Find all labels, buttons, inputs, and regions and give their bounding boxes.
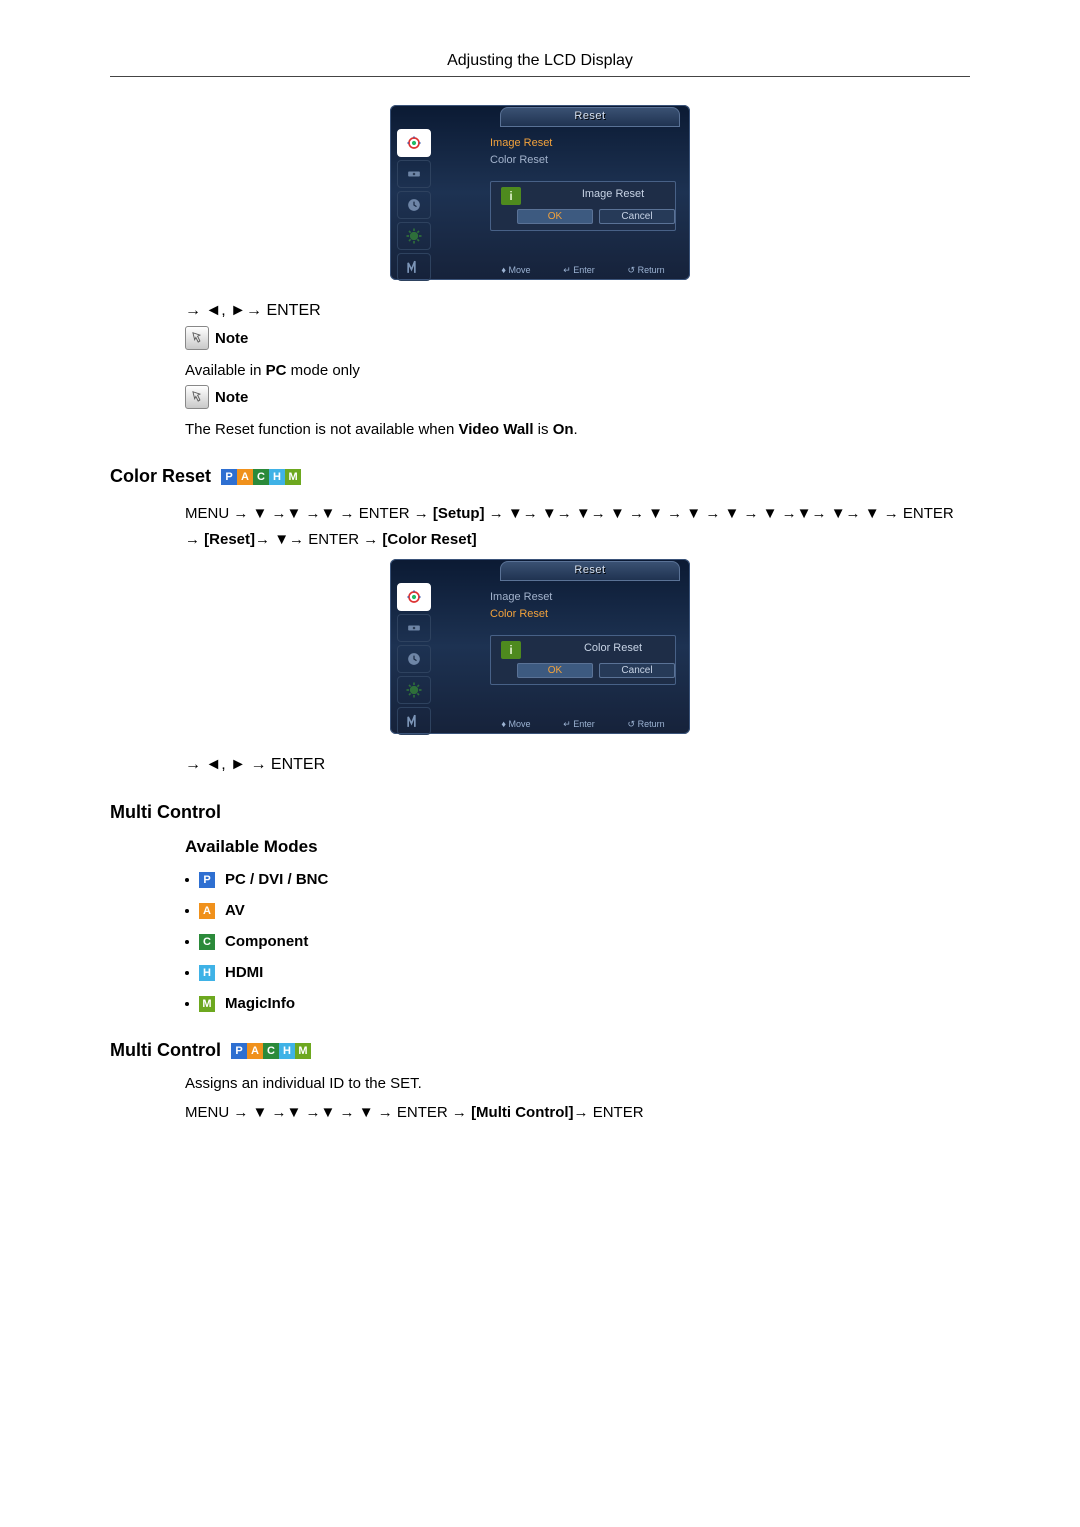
- osd-ok-button: OK: [517, 663, 593, 678]
- list-item: AAV: [185, 902, 970, 919]
- osd-icon-time: [397, 191, 431, 219]
- mode-badges: PACHM: [221, 469, 301, 485]
- osd-icon-setup: [397, 222, 431, 250]
- osd-icon-time: [397, 645, 431, 673]
- list-item: HHDMI: [185, 964, 970, 981]
- osd-icon-setup: [397, 676, 431, 704]
- osd-confirm-dialog: i Color Reset OK Cancel: [490, 635, 676, 685]
- list-item: PPC / DVI / BNC: [185, 871, 970, 888]
- osd-icon-picture: [397, 129, 431, 157]
- page-title: Adjusting the LCD Display: [110, 52, 970, 77]
- heading-multi-control: Multi Control: [110, 802, 970, 823]
- osd-confirm-dialog: i Image Reset OK Cancel: [490, 181, 676, 231]
- osd-icon-input: [397, 614, 431, 642]
- osd-footer-hints: ♦ Move ↵ Enter ↺ Return: [490, 717, 676, 731]
- note-icon: [185, 326, 209, 350]
- osd-menu-list: Image Reset Color Reset: [490, 589, 552, 623]
- osd-icon-picture: [397, 583, 431, 611]
- osd-screenshot-image-reset: Reset Image Reset Color Reset i Imag: [390, 105, 690, 280]
- info-icon: i: [501, 641, 521, 659]
- osd-dialog-label: Color Reset: [551, 642, 675, 654]
- osd-ok-button: OK: [517, 209, 593, 224]
- list-item: MMagicInfo: [185, 995, 970, 1012]
- mode-badges: PACHM: [231, 1043, 311, 1059]
- mode-badge-c: C: [199, 934, 215, 950]
- osd-screenshot-color-reset: Reset Image Reset Color Reset i Colo: [390, 559, 690, 734]
- list-item: CComponent: [185, 933, 970, 950]
- mode-badge-p: P: [199, 872, 215, 888]
- osd-cancel-button: Cancel: [599, 209, 675, 224]
- heading-multi-control-2: Multi Control PACHM: [110, 1040, 970, 1061]
- osd-menu-item: Image Reset: [490, 589, 552, 606]
- osd-dialog-label: Image Reset: [551, 188, 675, 200]
- osd-icon-multi: [397, 707, 431, 735]
- navigation-sequence: → ◄, ► → ENTER: [185, 756, 970, 774]
- osd-menu-item: Image Reset: [490, 135, 552, 152]
- osd-cancel-button: Cancel: [599, 663, 675, 678]
- osd-icon-multi: [397, 253, 431, 281]
- note-text: The Reset function is not available when…: [185, 421, 970, 438]
- osd-menu-item: Color Reset: [490, 606, 552, 623]
- heading-color-reset: Color Reset PACHM: [110, 466, 970, 487]
- mode-badge-h: H: [199, 965, 215, 981]
- multi-control-description: Assigns an individual ID to the SET.: [185, 1075, 970, 1092]
- info-icon: i: [501, 187, 521, 205]
- note-text: Available in PC mode only: [185, 362, 970, 379]
- available-modes-list: PPC / DVI / BNC AAV CComponent HHDMI MMa…: [185, 871, 970, 1012]
- navigation-sequence: → ◄, ►→ ENTER: [185, 302, 970, 320]
- osd-menu-list: Image Reset Color Reset: [490, 135, 552, 169]
- osd-menu-item: Color Reset: [490, 152, 552, 169]
- heading-available-modes: Available Modes: [185, 837, 970, 857]
- osd-tab-title: Reset: [500, 107, 680, 127]
- menu-flow-color-reset: MENU → ▼ →▼ →▼ → ENTER → [Setup] → ▼→ ▼→…: [110, 501, 970, 553]
- note-icon: [185, 385, 209, 409]
- osd-footer-hints: ♦ Move ↵ Enter ↺ Return: [490, 263, 676, 277]
- note-label: Note: [215, 389, 248, 406]
- note-label: Note: [215, 330, 248, 347]
- menu-flow-multi-control: MENU → ▼ →▼ →▼ → ▼ → ENTER → [Multi Cont…: [185, 1104, 970, 1121]
- osd-tab-title: Reset: [500, 561, 680, 581]
- osd-icon-input: [397, 160, 431, 188]
- mode-badge-m: M: [199, 996, 215, 1012]
- mode-badge-a: A: [199, 903, 215, 919]
